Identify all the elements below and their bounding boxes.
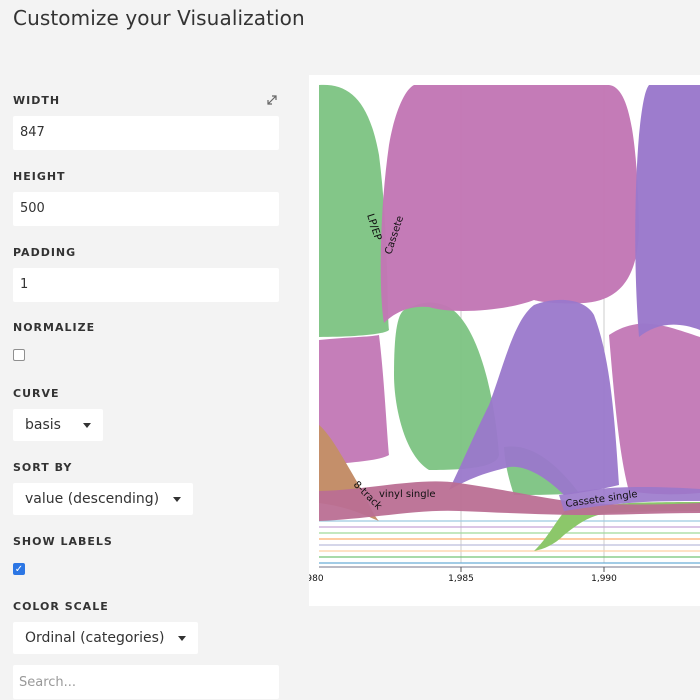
streamgraph-svg: LP/EP Cassete 8-track vinyl single Casse… (309, 84, 700, 584)
color-scale-label: COLOR SCALE (13, 600, 109, 613)
chevron-down-icon (83, 423, 91, 428)
normalize-label: NORMALIZE (13, 321, 96, 334)
label-vinyl-single: vinyl single (379, 489, 436, 500)
width-label: WIDTH (13, 94, 61, 107)
x-tick-label-1980: 980 (309, 574, 324, 584)
curve-label: CURVE (13, 387, 60, 400)
chevron-down-icon (173, 497, 181, 502)
search-input[interactable] (13, 665, 279, 699)
normalize-checkbox[interactable] (13, 349, 25, 361)
curve-select-value: basis (25, 417, 61, 433)
height-label: HEIGHT (13, 170, 66, 183)
sort-by-select[interactable]: value (descending) (13, 483, 193, 515)
height-input[interactable]: 500 (13, 192, 279, 226)
sort-by-select-value: value (descending) (25, 491, 160, 507)
stream-magenta (380, 85, 639, 323)
padding-input[interactable]: 1 (13, 268, 279, 302)
color-scale-select[interactable]: Ordinal (categories) (13, 622, 198, 654)
chevron-down-icon (178, 636, 186, 641)
curve-select[interactable]: basis (13, 409, 103, 441)
streamgraph-chart: LP/EP Cassete 8-track vinyl single Casse… (309, 75, 700, 606)
expand-icon[interactable] (266, 94, 278, 106)
page-title: Customize your Visualization (13, 6, 305, 30)
minor-streams (319, 520, 700, 568)
show-labels-label: SHOW LABELS (13, 535, 113, 548)
x-tick-label-1990: 1,990 (591, 574, 617, 584)
stream-magenta-3 (609, 323, 700, 495)
padding-label: PADDING (13, 246, 77, 259)
width-input[interactable]: 847 (13, 116, 279, 150)
color-scale-select-value: Ordinal (categories) (25, 630, 165, 646)
x-tick-label-1985: 1,985 (448, 574, 474, 584)
sort-by-label: SORT BY (13, 461, 73, 474)
stream-purple (635, 85, 700, 337)
stream-green (319, 84, 389, 337)
show-labels-checkbox[interactable]: ✓ (13, 563, 25, 575)
